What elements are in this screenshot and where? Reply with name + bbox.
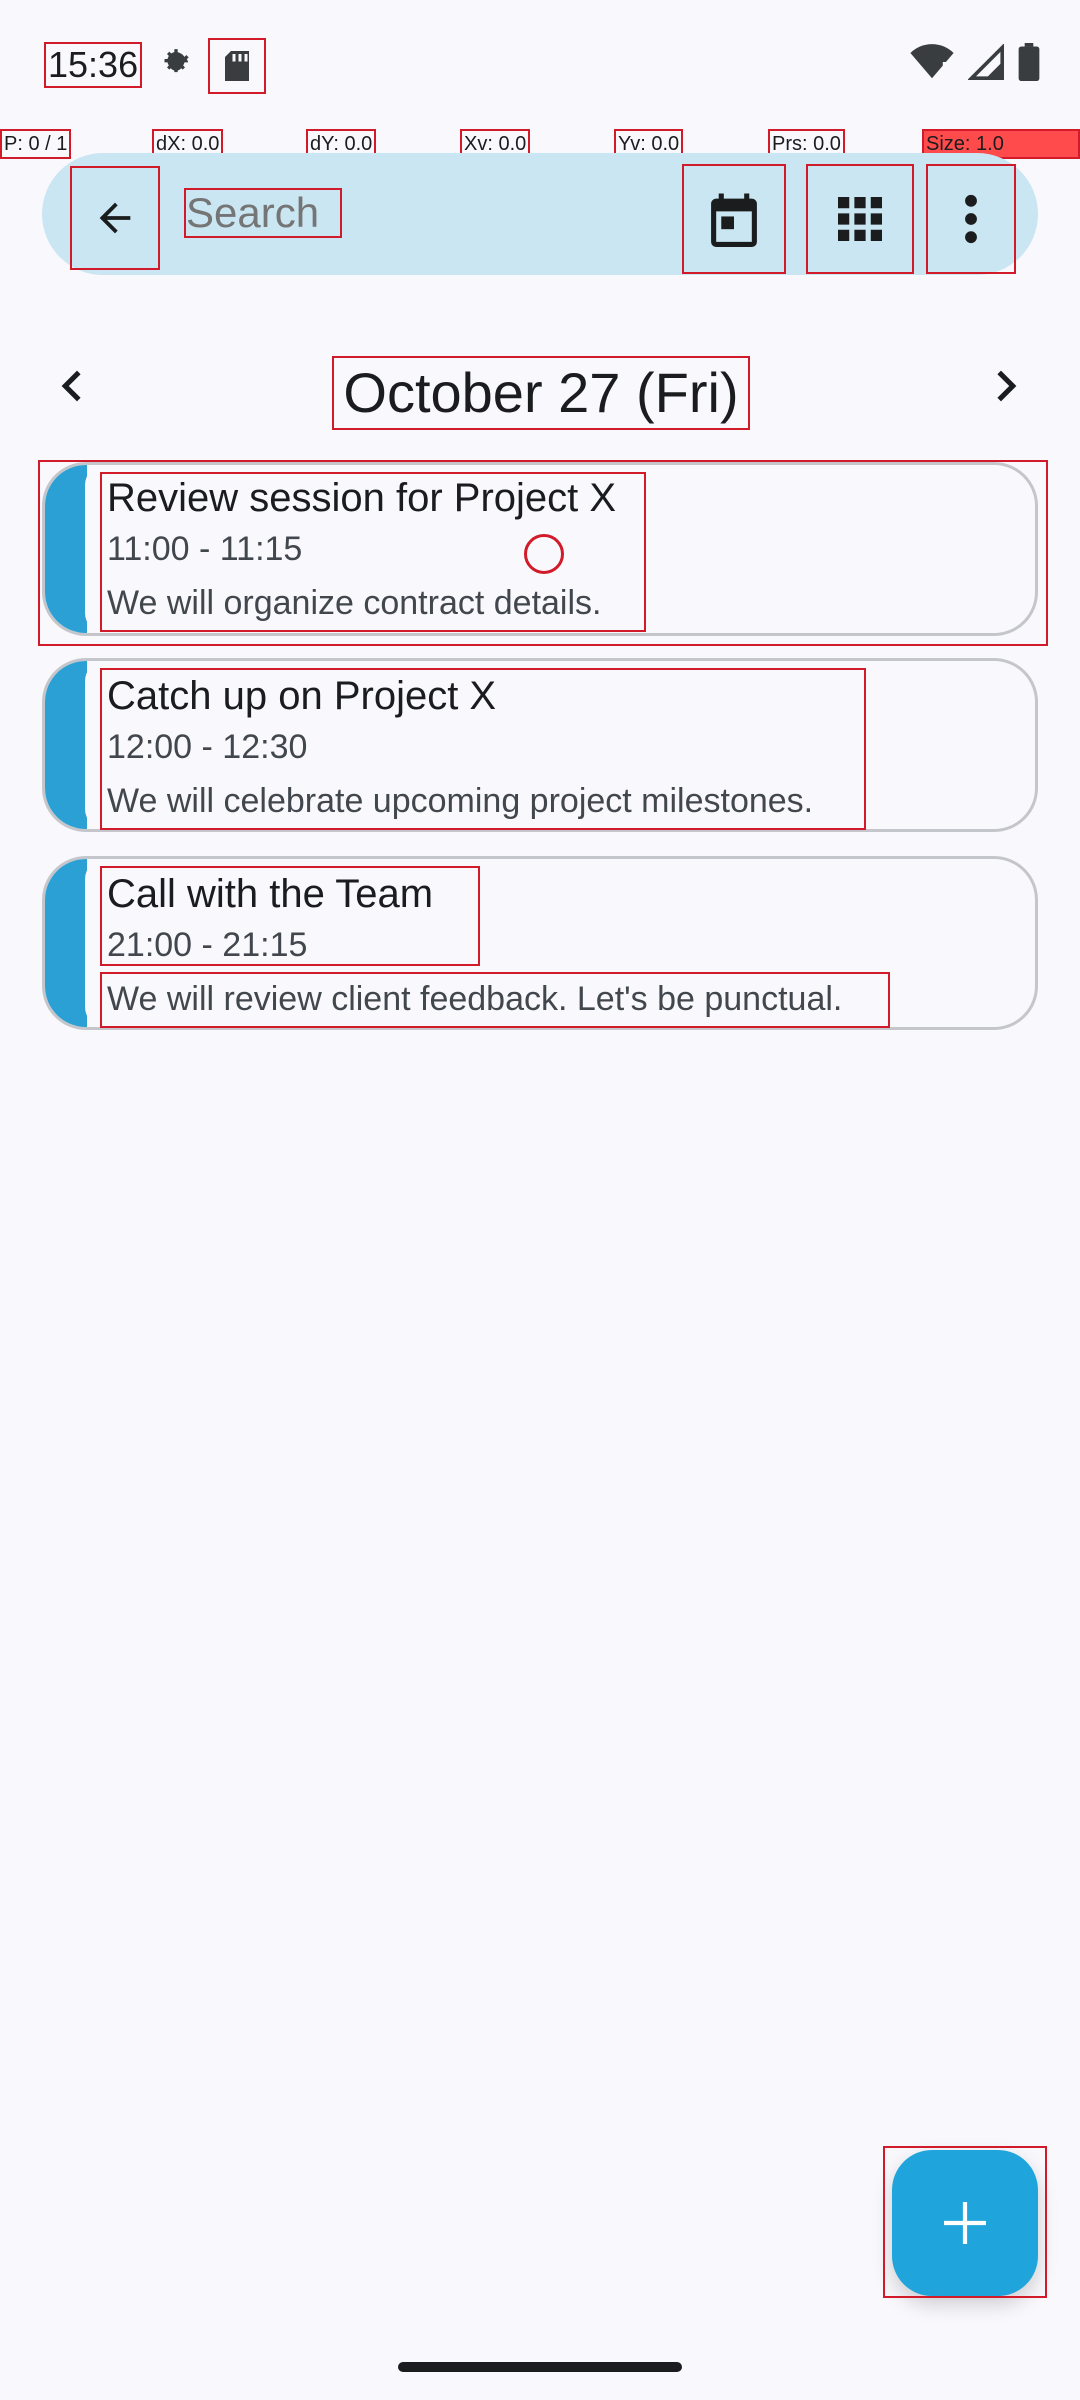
more-options-button[interactable] [926,164,1016,274]
chevron-left-icon [61,370,81,402]
chevron-right-icon [997,370,1017,402]
go-to-today-button[interactable] [682,164,786,274]
back-button[interactable] [70,166,160,270]
event-title: Catch up on Project X [107,674,497,718]
status-bar: 15:36 [0,0,1080,130]
gear-icon [156,44,196,84]
touch-indicator [524,534,564,574]
status-time: 15:36 [43,42,143,88]
next-day-button[interactable] [982,362,1030,410]
event-color-stripe [45,465,105,633]
event-color-stripe [45,859,105,1027]
event-color-stripe [45,661,105,829]
previous-day-button[interactable] [48,362,96,410]
back-arrow-icon [99,202,131,234]
event-card[interactable]: Catch up on Project X 12:00 - 12:30 We w… [42,658,1038,832]
event-title: Call with the Team [107,872,434,916]
event-description: We will organize contract details. [107,584,602,622]
screen: 15:36 P: 0 / 1 dX: 0.0 dY: 0.0 Xv: 0.0 Y… [0,0,1080,2400]
signal-icon [967,42,1004,85]
date-title[interactable]: October 27 (Fri) [332,356,750,430]
more-vert-icon [965,194,977,244]
pointer-count: P: 0 / 1 [0,129,72,159]
navigation-handle[interactable] [398,2362,682,2372]
event-description: We will celebrate upcoming project miles… [107,782,814,820]
event-description: We will review client feedback. Let's be… [107,980,843,1018]
event-time: 11:00 - 11:15 [107,530,303,568]
plus-icon [944,2202,986,2244]
event-title: Review session for Project X [107,476,617,520]
event-time: 21:00 - 21:15 [107,926,308,964]
event-time: 12:00 - 12:30 [107,728,308,766]
calendar-today-icon [711,193,757,247]
sd-card-icon [208,38,266,94]
change-view-button[interactable] [806,164,914,274]
add-event-button[interactable] [892,2150,1038,2296]
wifi-icon [910,43,954,85]
event-card[interactable]: Call with the Team 21:00 - 21:15 We will… [42,856,1038,1030]
grid-view-icon [838,197,882,241]
status-icons [910,42,1040,86]
search-input[interactable] [184,188,342,238]
battery-icon [1018,42,1040,86]
